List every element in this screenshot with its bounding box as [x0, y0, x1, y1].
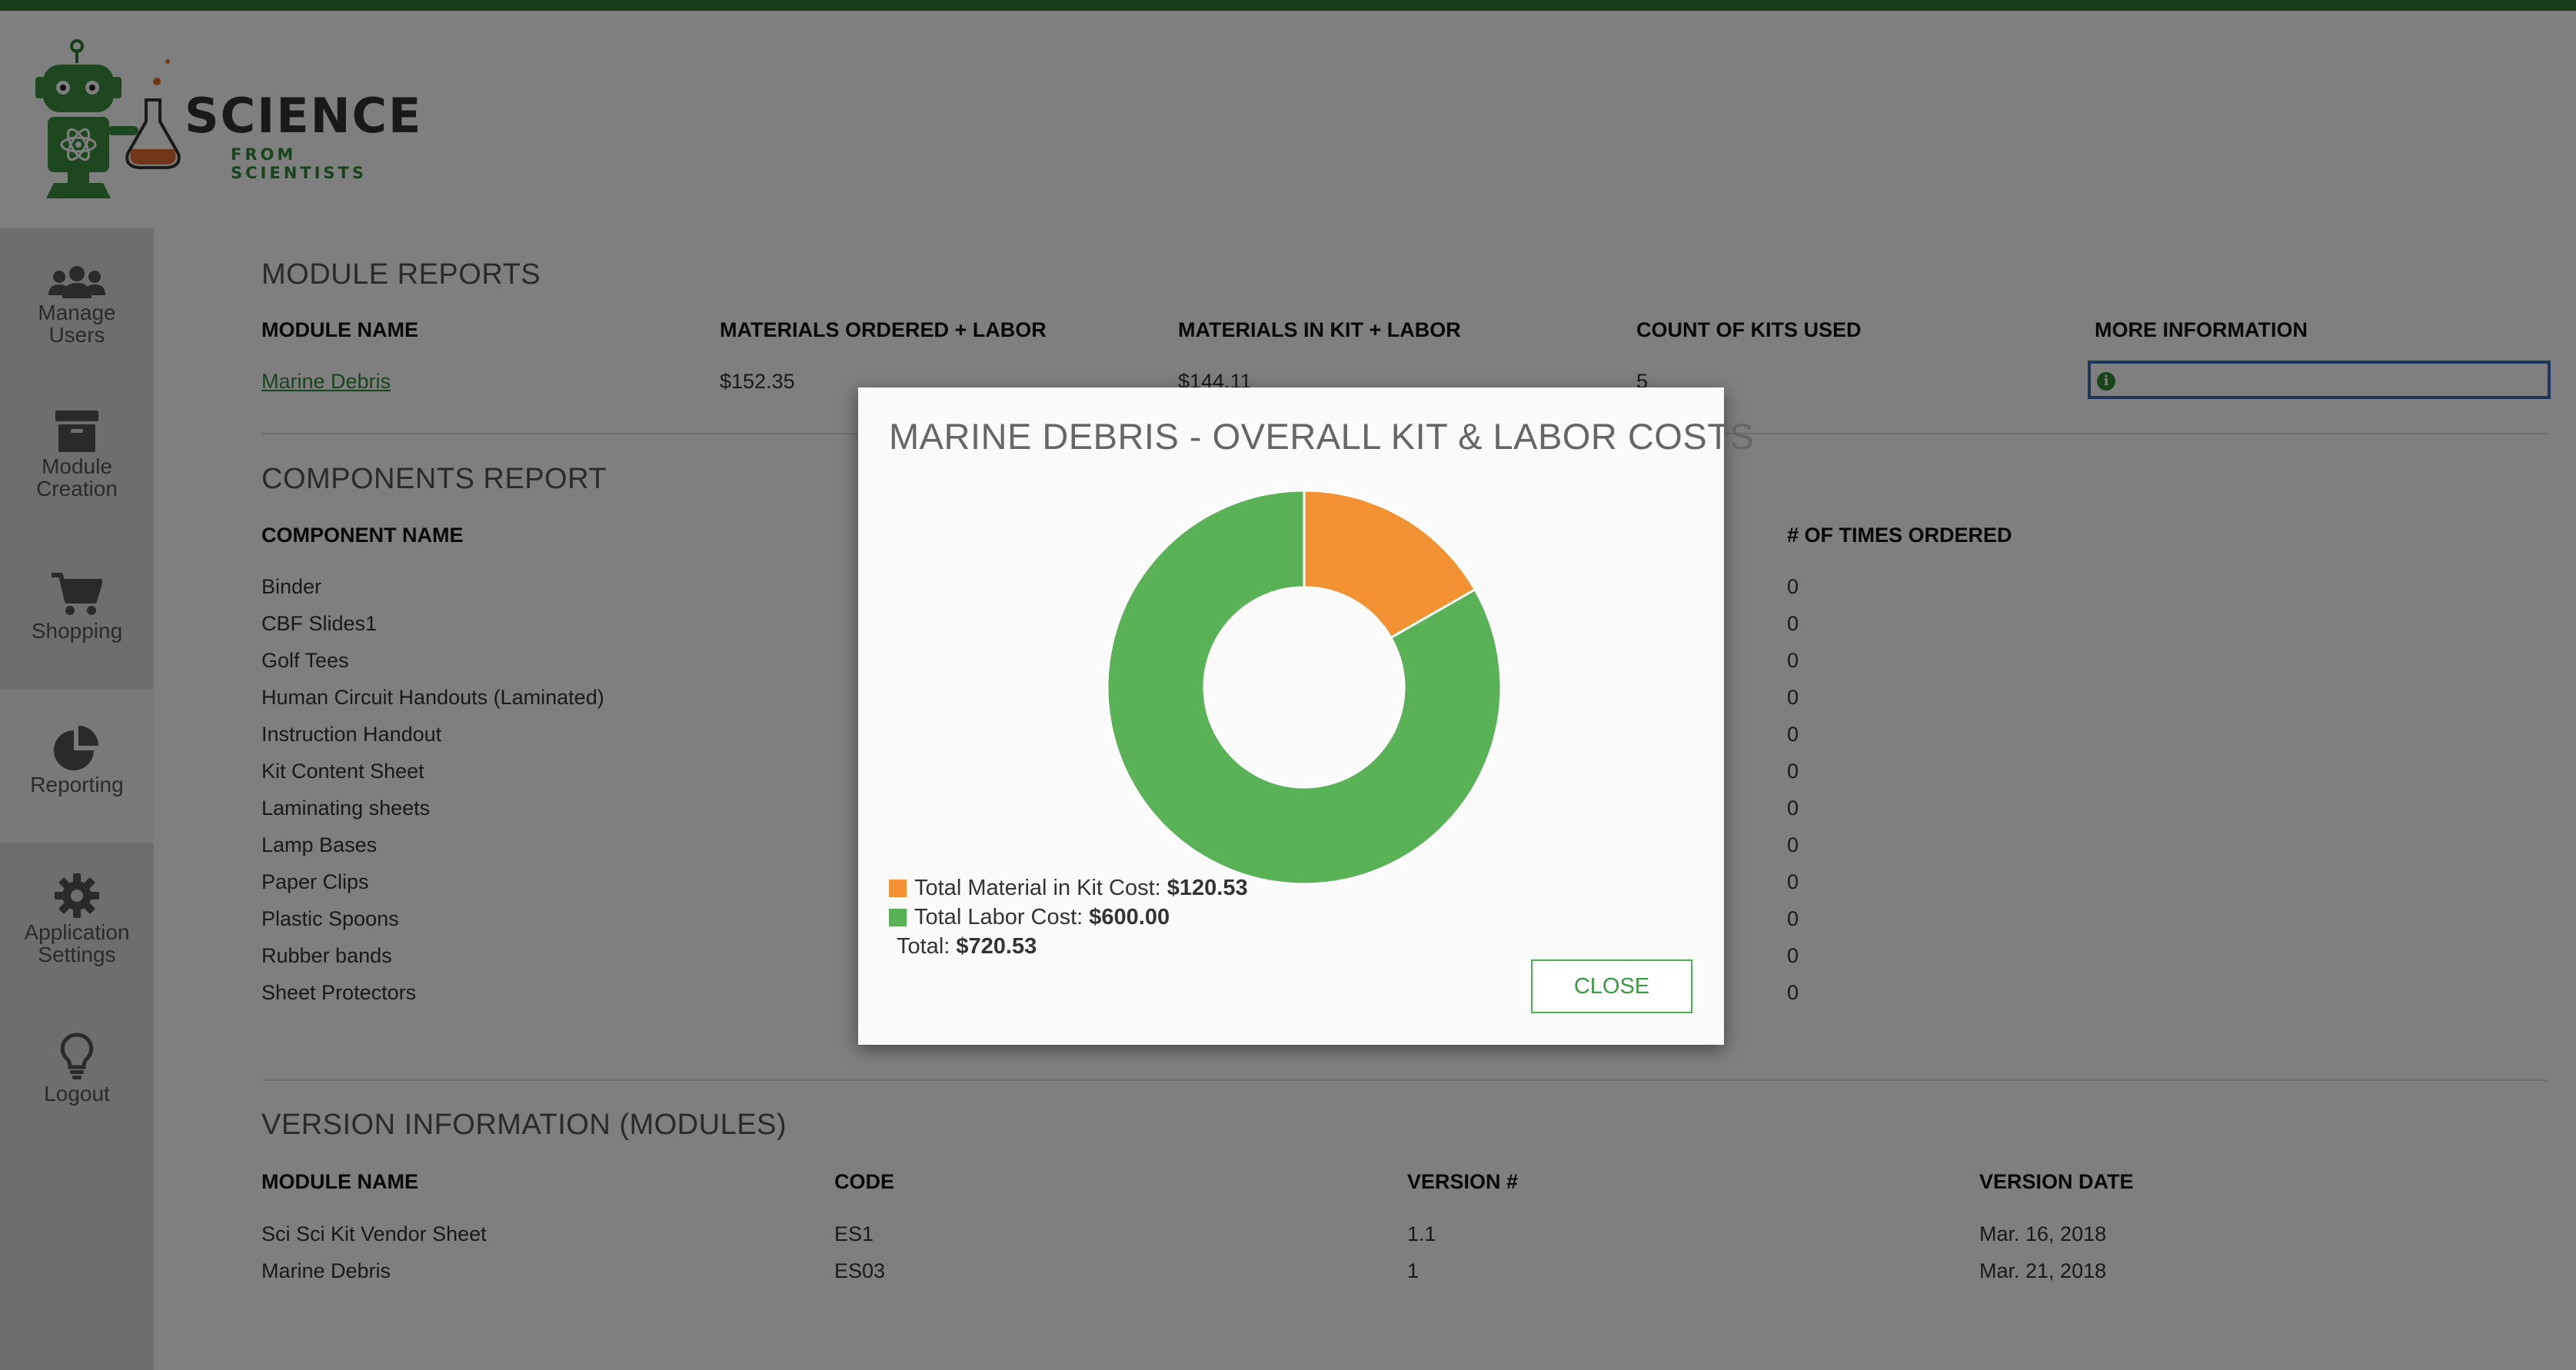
legend-item-labor: Total Labor Cost: $600.00	[889, 903, 1248, 932]
legend-item-material: Total Material in Kit Cost: $120.53	[889, 873, 1248, 903]
legend-label: Total Material in Kit Cost:	[914, 876, 1161, 900]
total-value: $720.53	[956, 934, 1037, 959]
cost-breakdown-modal: MARINE DEBRIS - OVERALL KIT & LABOR COST…	[858, 387, 1754, 1045]
legend-swatch	[889, 909, 907, 926]
cost-donut-chart	[1106, 489, 1503, 886]
modal-title: MARINE DEBRIS - OVERALL KIT & LABOR COST…	[889, 416, 1755, 457]
total-label: Total:	[897, 934, 950, 959]
close-button[interactable]: CLOSE	[1531, 959, 1692, 1013]
legend-label: Total Labor Cost:	[914, 905, 1083, 929]
legend-value: $600.00	[1089, 905, 1170, 929]
total-row: Total: $720.53	[889, 932, 1248, 961]
chart-legend: Total Material in Kit Cost: $120.53 Tota…	[889, 873, 1248, 961]
legend-value: $120.53	[1167, 876, 1248, 900]
legend-swatch	[889, 880, 907, 897]
